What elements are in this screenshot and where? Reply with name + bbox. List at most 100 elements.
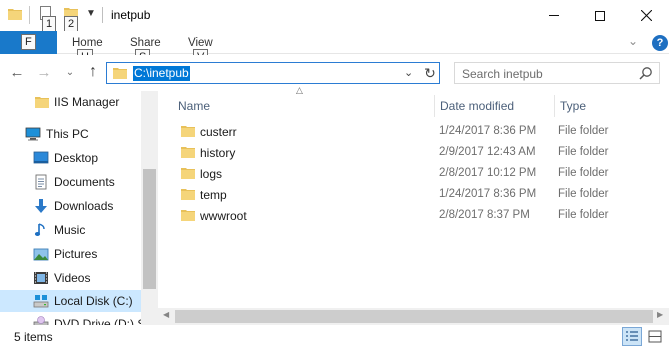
search-box[interactable] <box>454 62 660 84</box>
folder-icon <box>8 9 22 20</box>
expand-ribbon-chevron-icon[interactable]: ⌄ <box>628 34 638 48</box>
file-type: File folder <box>558 125 609 137</box>
keytip-new-folder: 2 <box>64 16 79 32</box>
keytip-file: F <box>21 34 36 50</box>
file-name: history <box>200 146 236 160</box>
large-icons-view-button[interactable] <box>645 327 665 346</box>
sidebar-item-label: Downloads <box>54 199 114 213</box>
column-divider[interactable] <box>434 95 435 117</box>
title-bar: 1 2 ▼ inetpub <box>0 0 669 32</box>
sidebar-item-downloads[interactable]: Downloads <box>0 195 141 217</box>
file-date-modified: 2/8/2017 10:12 PM <box>439 167 537 179</box>
scrollbar-thumb[interactable] <box>143 169 156 289</box>
address-bar[interactable]: C:\inetpub ⌄ ↻ <box>106 62 440 84</box>
sidebar-item-documents[interactable]: Documents <box>0 171 141 193</box>
file-date-modified: 1/24/2017 8:36 PM <box>439 188 537 200</box>
maximize-icon <box>595 10 605 21</box>
ribbon: F Home Share View ⌄ ? <box>0 31 669 54</box>
file-name: custerr <box>200 125 237 139</box>
keytip-properties: 1 <box>42 16 57 32</box>
column-divider[interactable] <box>554 95 555 117</box>
sidebar-item-label: Pictures <box>54 247 98 261</box>
refresh-icon[interactable]: ↻ <box>421 64 439 82</box>
scroll-left-icon[interactable]: ◀ <box>163 310 169 319</box>
close-icon <box>640 10 652 21</box>
music-icon <box>34 223 45 236</box>
folder-icon <box>113 68 127 79</box>
file-tab[interactable]: F <box>0 31 57 54</box>
forward-arrow-icon[interactable]: → <box>34 62 54 82</box>
search-icon[interactable] <box>639 66 653 80</box>
file-type: File folder <box>558 188 609 200</box>
file-date-modified: 1/24/2017 8:36 PM <box>439 125 537 137</box>
up-arrow-icon[interactable]: ↑ <box>83 62 103 82</box>
sidebar-item-local-disk[interactable]: Local Disk (C:) <box>0 290 141 312</box>
folder-icon <box>181 126 195 137</box>
qat-separator <box>29 6 30 24</box>
sidebar-item-label: This PC <box>46 127 89 141</box>
scroll-right-icon[interactable]: ▶ <box>657 310 663 319</box>
column-header-date-modified[interactable]: Date modified <box>440 95 514 117</box>
status-bar: 5 items <box>0 325 669 348</box>
folder-icon <box>181 189 195 200</box>
sidebar-item-label: IIS Manager <box>54 95 120 109</box>
table-row[interactable]: temp 1/24/2017 8:36 PM File folder <box>174 184 644 205</box>
help-icon[interactable]: ? <box>652 35 668 51</box>
sidebar-item-desktop[interactable]: Desktop <box>0 147 141 169</box>
navigation-pane: IIS Manager This PC Desktop Documents Do… <box>0 91 158 325</box>
sidebar-item-this-pc[interactable]: This PC <box>0 123 141 145</box>
table-row[interactable]: wwwroot 2/8/2017 8:37 PM File folder <box>174 205 644 226</box>
address-path-text[interactable]: C:\inetpub <box>133 66 190 81</box>
sidebar-item-pictures[interactable]: Pictures <box>0 243 141 265</box>
recent-locations-chevron-icon[interactable]: ⌄ <box>60 62 80 82</box>
file-name: logs <box>200 167 223 181</box>
file-type: File folder <box>558 209 609 221</box>
close-button[interactable] <box>623 0 669 31</box>
table-row[interactable]: custerr 1/24/2017 8:36 PM File folder <box>174 121 644 142</box>
sidebar-item-videos[interactable]: Videos <box>0 267 141 289</box>
sidebar-item-music[interactable]: Music <box>0 219 141 241</box>
tab-view[interactable]: View <box>188 37 213 49</box>
column-header-type[interactable]: Type <box>560 95 586 117</box>
title-separator <box>102 7 103 23</box>
maximize-button[interactable] <box>577 0 623 31</box>
sidebar-item-label: Desktop <box>54 151 99 165</box>
details-view-button[interactable] <box>622 327 642 346</box>
folder-icon <box>35 97 49 108</box>
file-name: wwwroot <box>200 209 247 223</box>
window-title: inetpub <box>111 8 151 22</box>
sidebar-item-label: Local Disk (C:) <box>54 294 133 308</box>
folder-icon <box>181 210 195 221</box>
tab-home[interactable]: Home <box>72 37 103 49</box>
sidebar-item-dvd-drive[interactable]: DVD Drive (D:) S <box>0 313 145 325</box>
details-view-icon <box>626 331 638 341</box>
navigation-pane-scrollbar[interactable] <box>141 91 158 325</box>
folder-icon <box>181 168 195 179</box>
large-icons-view-icon <box>648 330 662 343</box>
minimize-button[interactable] <box>531 0 577 31</box>
table-row[interactable]: logs 2/8/2017 10:12 PM File folder <box>174 163 644 184</box>
pictures-icon <box>33 248 49 261</box>
column-header-name[interactable]: Name <box>178 95 210 117</box>
sidebar-item-iis-manager[interactable]: IIS Manager <box>0 91 141 113</box>
downloads-icon <box>35 199 47 213</box>
customize-qat-chevron-icon[interactable]: ▼ <box>86 8 96 19</box>
back-arrow-icon[interactable]: ← <box>7 62 27 82</box>
address-dropdown-chevron-icon[interactable]: ⌄ <box>404 66 413 79</box>
desktop-icon <box>33 151 49 164</box>
file-date-modified: 2/8/2017 8:37 PM <box>439 209 530 221</box>
minimize-icon <box>549 15 559 16</box>
tab-share[interactable]: Share <box>130 37 161 49</box>
table-row[interactable]: history 2/9/2017 12:43 AM File folder <box>174 142 644 163</box>
videos-icon <box>34 272 48 284</box>
sidebar-item-label: DVD Drive (D:) S <box>54 317 146 325</box>
dvd-drive-icon <box>33 316 49 325</box>
file-type: File folder <box>558 167 609 179</box>
horizontal-scrollbar[interactable]: ◀ ▶ <box>158 308 669 325</box>
scrollbar-thumb[interactable] <box>175 310 653 323</box>
drive-icon <box>33 295 49 308</box>
file-list: △ Name Date modified Type custerr 1/24/2… <box>158 85 669 325</box>
file-name: temp <box>200 188 227 202</box>
search-input[interactable] <box>462 66 632 81</box>
item-count: 5 items <box>14 330 53 344</box>
